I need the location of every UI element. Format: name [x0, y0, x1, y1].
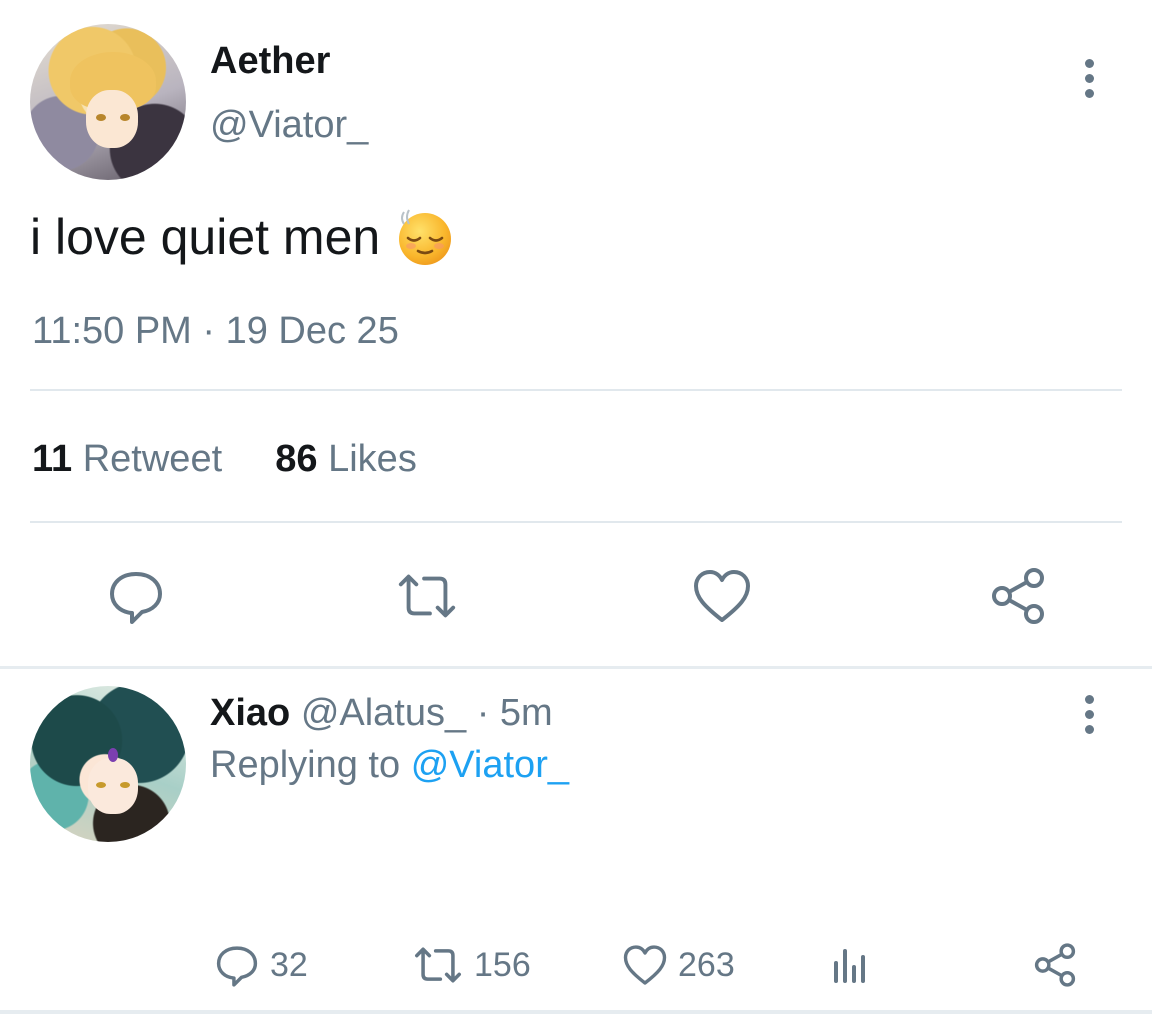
- reply-header: Xiao @Alatus_ · 5m: [210, 692, 553, 735]
- more-options-icon[interactable]: [1082, 692, 1096, 737]
- analytics-icon: [834, 949, 865, 983]
- retweet-count: 156: [474, 945, 531, 984]
- likes-label[interactable]: Likes: [328, 438, 417, 480]
- reply-handle[interactable]: @Alatus_: [301, 692, 466, 734]
- more-options-icon[interactable]: [1082, 56, 1096, 101]
- reply-button[interactable]: [104, 564, 168, 628]
- analytics-button[interactable]: [830, 940, 870, 990]
- heart-icon: [623, 945, 667, 985]
- like-button[interactable]: [690, 564, 754, 628]
- replying-prefix: Replying to: [210, 744, 401, 786]
- tweet-text: i love quiet men: [30, 208, 454, 266]
- author-handle[interactable]: @Viator_: [210, 104, 368, 147]
- retweet-label[interactable]: Retweet: [83, 438, 222, 480]
- like-count: 263: [678, 945, 735, 984]
- heart-icon: [694, 570, 750, 622]
- retweet-icon: [415, 947, 461, 983]
- replying-mention[interactable]: @Viator_: [411, 744, 569, 786]
- avatar[interactable]: [30, 24, 186, 180]
- reply-share-button[interactable]: [1032, 940, 1078, 990]
- author-display-name[interactable]: Aether: [210, 40, 330, 83]
- likes-count[interactable]: 86: [275, 438, 317, 480]
- share-icon: [1034, 943, 1076, 987]
- reply-display-name[interactable]: Xiao: [210, 692, 290, 734]
- reply-retweet-button[interactable]: 156: [412, 940, 531, 990]
- tweet-body: i love quiet men: [30, 209, 381, 265]
- reply-like-button[interactable]: 263: [622, 940, 735, 990]
- divider: [30, 389, 1122, 391]
- main-tweet: Aether @Viator_ i love quiet men 11:50 P…: [0, 0, 1152, 668]
- reply-time[interactable]: 5m: [500, 692, 553, 734]
- retweet-button[interactable]: [395, 564, 459, 628]
- section-divider: [0, 1010, 1152, 1014]
- relieved-face-icon: [396, 208, 454, 266]
- reply-count: 32: [270, 945, 308, 984]
- reply-icon: [110, 572, 162, 624]
- retweet-count[interactable]: 11: [32, 438, 72, 480]
- reply-avatar[interactable]: [30, 686, 186, 842]
- share-button[interactable]: [986, 564, 1050, 628]
- replying-to: Replying to @Viator_: [210, 744, 569, 787]
- section-divider: [0, 666, 1152, 669]
- engagement-stats: 11 Retweet 86 Likes: [32, 438, 417, 481]
- reply-icon: [216, 946, 258, 987]
- tweet-timestamp[interactable]: 11:50 PM · 19 Dec 25: [32, 310, 399, 353]
- divider: [30, 521, 1122, 523]
- reply-separator: ·: [476, 692, 490, 734]
- share-icon: [992, 568, 1044, 624]
- retweet-icon: [398, 574, 456, 618]
- reply-reply-button[interactable]: 32: [214, 940, 308, 990]
